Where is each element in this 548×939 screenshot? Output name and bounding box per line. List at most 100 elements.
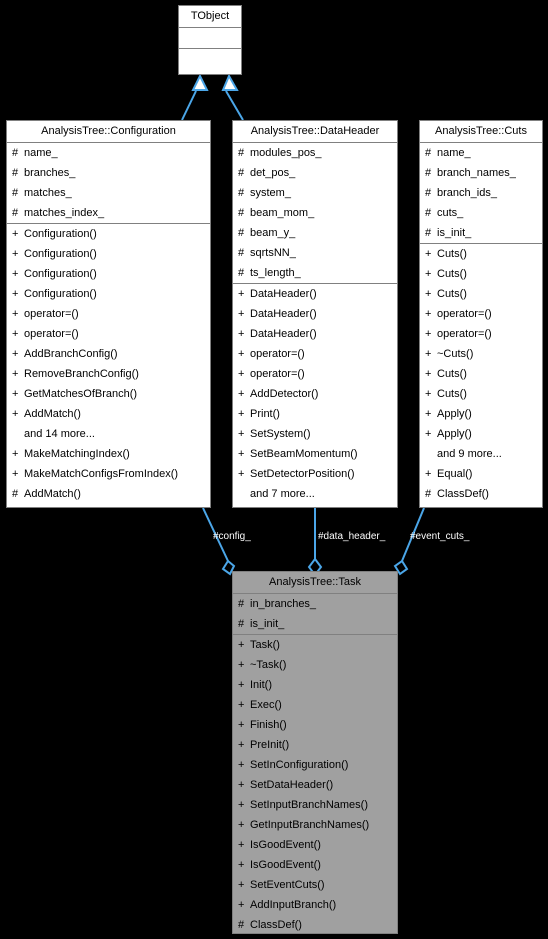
method-row-configuration-3: + Configuration() — [7, 284, 210, 304]
method-row-task-3: + Exec() — [233, 695, 397, 715]
method-row-configuration-1: + Configuration() — [7, 244, 210, 264]
member-label: and 14 more... — [24, 428, 95, 440]
visibility-marker: + — [12, 348, 19, 360]
visibility-marker: + — [238, 799, 245, 811]
method-row-task-1: + ~Task() — [233, 655, 397, 675]
method-row-configuration-5: + operator=() — [7, 324, 210, 344]
member-label: Configuration() — [24, 228, 97, 240]
method-row-task-4: + Finish() — [233, 715, 397, 735]
visibility-marker: + — [238, 408, 245, 420]
member-label: branch_names_ — [437, 167, 516, 179]
methods-compartment-dataheader: + DataHeader() + DataHeader() + DataHeader() +… — [233, 283, 397, 504]
method-row-task-9: + GetInputBranchNames() — [233, 815, 397, 835]
attributes-compartment-dataheader: # modules_pos_ # det_pos_ # system_ # beam_mom_… — [233, 142, 397, 283]
member-label: ClassDef() — [437, 488, 489, 500]
member-label: DataHeader() — [250, 328, 317, 340]
class-title-cuts: AnalysisTree::Cuts — [435, 125, 527, 137]
method-row-dataheader-8: + SetBeamMomentum() — [233, 444, 397, 464]
class-box-task[interactable]: AnalysisTree::Task # in_branches_ # is_init… — [232, 571, 398, 934]
visibility-marker: + — [238, 679, 245, 691]
visibility-marker: # — [238, 618, 245, 630]
visibility-marker: + — [12, 268, 19, 280]
visibility-marker: + — [425, 368, 432, 380]
visibility-marker: + — [238, 659, 245, 671]
member-label: and 9 more... — [437, 448, 502, 460]
method-row-cuts-7: + Cuts() — [420, 384, 542, 404]
member-label: ~Task() — [250, 659, 287, 671]
method-row-configuration-12: + MakeMatchConfigsFromIndex() — [7, 464, 210, 484]
attribute-row-dataheader-0: # modules_pos_ — [233, 143, 397, 163]
method-row-cuts-8: + Apply() — [420, 404, 542, 424]
visibility-marker: + — [12, 408, 19, 420]
class-box-dataheader[interactable]: AnalysisTree::DataHeader # modules_pos_ # d… — [232, 120, 398, 508]
visibility-marker: # — [238, 247, 245, 259]
method-row-cuts-1: + Cuts() — [420, 264, 542, 284]
attribute-row-configuration-2: # matches_ — [7, 183, 210, 203]
visibility-marker: + — [12, 288, 19, 300]
visibility-marker: # — [238, 267, 245, 279]
method-row-task-12: + SetEventCuts() — [233, 875, 397, 895]
visibility-marker: # — [238, 207, 245, 219]
method-row-dataheader-5: + AddDetector() — [233, 384, 397, 404]
method-row-cuts-10: and 9 more... — [420, 444, 542, 464]
visibility-marker: # — [238, 167, 245, 179]
member-label: Configuration() — [24, 248, 97, 260]
member-label: RemoveBranchConfig() — [24, 368, 139, 380]
visibility-marker: # — [425, 167, 432, 179]
member-label: Cuts() — [437, 268, 467, 280]
member-label: name_ — [24, 147, 58, 159]
member-label: Cuts() — [437, 288, 467, 300]
method-row-cuts-2: + Cuts() — [420, 284, 542, 304]
method-row-dataheader-7: + SetSystem() — [233, 424, 397, 444]
member-label: branch_ids_ — [437, 187, 497, 199]
member-label: operator=() — [437, 328, 492, 340]
method-row-task-8: + SetInputBranchNames() — [233, 795, 397, 815]
attributes-compartment-task: # in_branches_ # is_init_ — [233, 593, 397, 634]
inheritance-edge-dataheader — [221, 73, 244, 121]
member-label: branches_ — [24, 167, 76, 179]
member-label: Configuration() — [24, 268, 97, 280]
method-row-configuration-2: + Configuration() — [7, 264, 210, 284]
member-label: Apply() — [437, 428, 472, 440]
visibility-marker: + — [238, 428, 245, 440]
visibility-marker: + — [238, 468, 245, 480]
method-row-dataheader-2: + DataHeader() — [233, 324, 397, 344]
visibility-marker: + — [12, 368, 19, 380]
member-label: Cuts() — [437, 248, 467, 260]
attribute-row-cuts-3: # cuts_ — [420, 203, 542, 223]
visibility-marker: + — [238, 348, 245, 360]
attribute-row-task-1: # is_init_ — [233, 614, 397, 634]
method-row-configuration-13: # AddMatch() — [7, 484, 210, 504]
class-title-tobject: TObject — [190, 10, 230, 22]
visibility-marker: + — [238, 879, 245, 891]
visibility-marker: + — [12, 328, 19, 340]
member-label: beam_y_ — [250, 227, 296, 239]
member-label: operator=() — [250, 348, 305, 360]
attribute-row-dataheader-3: # beam_mom_ — [233, 203, 397, 223]
visibility-marker: # — [12, 207, 19, 219]
methods-compartment-tobject — [179, 48, 241, 75]
visibility-marker: + — [425, 308, 432, 320]
method-row-cuts-6: + Cuts() — [420, 364, 542, 384]
class-box-cuts[interactable]: AnalysisTree::Cuts # name_# branch_names_#… — [419, 120, 543, 508]
visibility-marker: + — [238, 739, 245, 751]
attribute-row-cuts-0: # name_ — [420, 143, 542, 163]
visibility-marker: + — [238, 388, 245, 400]
member-label: SetBeamMomentum() — [250, 448, 358, 460]
member-label: PreInit() — [250, 739, 290, 751]
edge-label-event-cuts: #event_cuts_ — [410, 531, 470, 542]
visibility-marker: + — [238, 839, 245, 851]
edge-label-config: #config_ — [213, 531, 251, 542]
class-box-tobject[interactable]: TObject — [178, 5, 242, 75]
class-box-configuration[interactable]: AnalysisTree::Configuration # name_ # branc… — [6, 120, 211, 508]
member-label: system_ — [250, 187, 291, 199]
method-row-cuts-5: + ~Cuts() — [420, 344, 542, 364]
visibility-marker: + — [425, 428, 432, 440]
method-row-task-11: + IsGoodEvent() — [233, 855, 397, 875]
method-row-cuts-4: + operator=() — [420, 324, 542, 344]
member-label: Init() — [250, 679, 272, 691]
visibility-marker: + — [238, 719, 245, 731]
class-title-configuration: AnalysisTree::Configuration — [41, 125, 176, 137]
method-row-configuration-6: + AddBranchConfig() — [7, 344, 210, 364]
visibility-marker: + — [238, 639, 245, 651]
